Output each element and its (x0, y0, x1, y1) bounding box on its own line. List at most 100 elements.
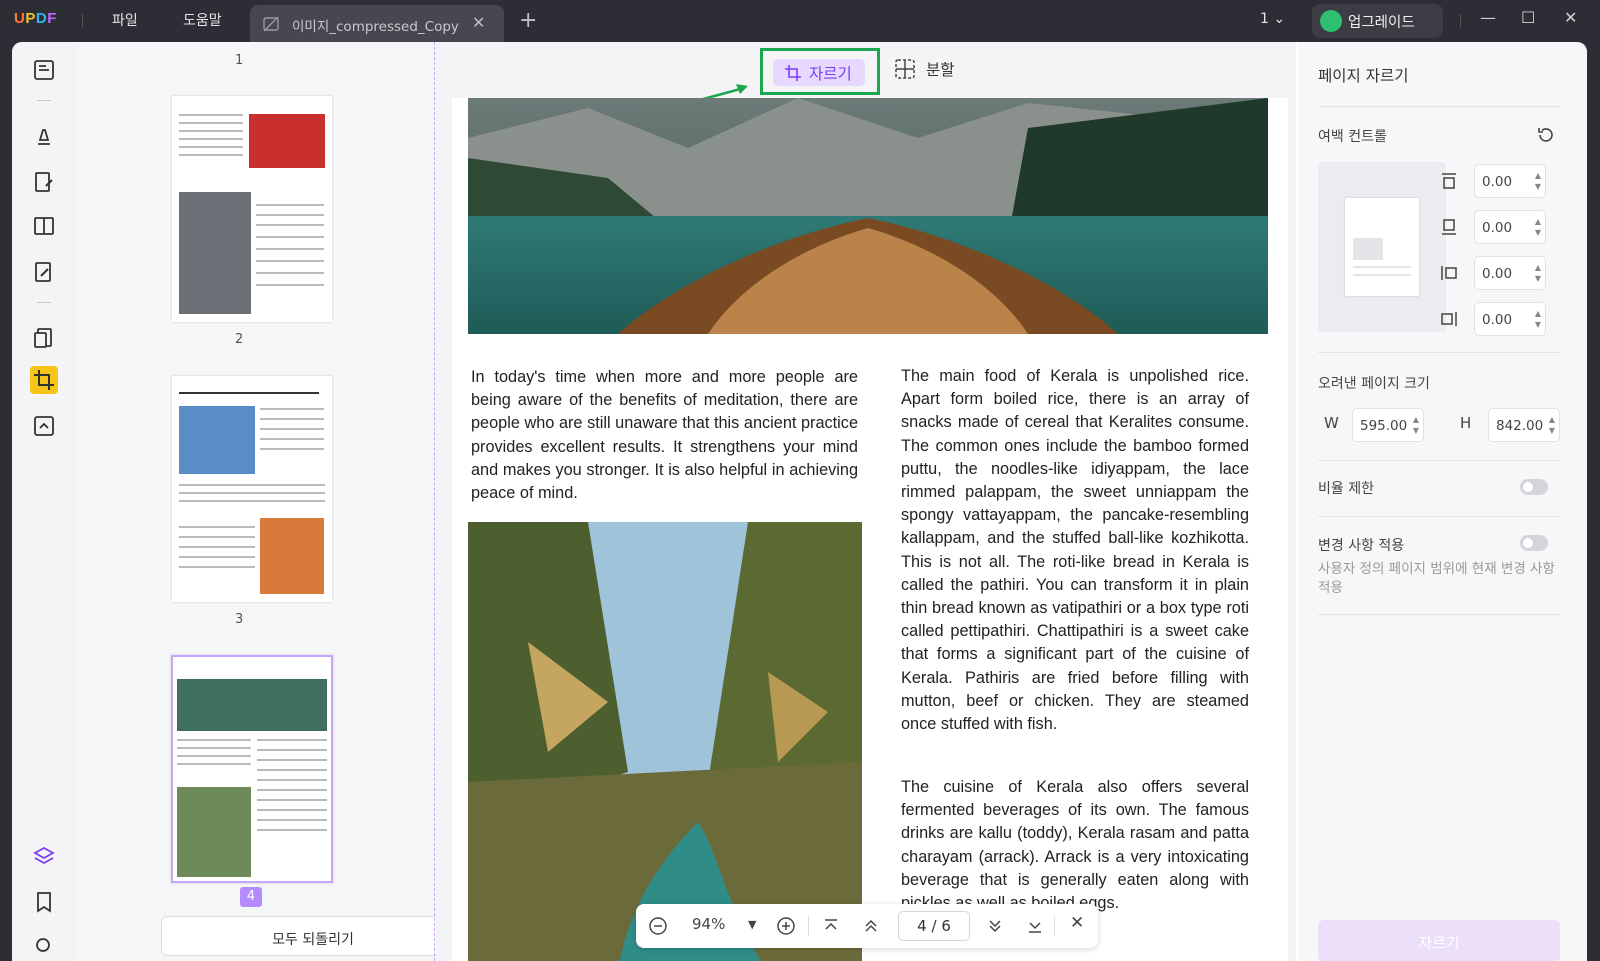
jungle-river-photo (468, 522, 862, 961)
thumbnail-image (249, 114, 325, 168)
document-tab[interactable]: 이미지_compressed_Copy ✕ (250, 5, 504, 42)
margin-bottom-input[interactable]: 0.00 ▲ ▼ (1474, 210, 1546, 244)
crop-tool-icon[interactable] (30, 366, 58, 394)
left-toolbar (12, 42, 76, 961)
sign-icon[interactable] (32, 260, 56, 284)
ratio-lock-label: 비율 제한 (1318, 481, 1374, 497)
zoom-bar: 94% ▼ 4 / 6 ✕ (636, 904, 1098, 948)
zoom-dropdown-icon[interactable]: ▼ (748, 918, 756, 931)
margin-bottom-icon (1442, 219, 1456, 235)
thumbnail-image (260, 518, 324, 594)
margin-right-value: 0.00 (1482, 312, 1513, 328)
stepper-arrows-icon[interactable]: ▲ ▼ (1549, 414, 1555, 436)
crop-settings-panel: 페이지 자르기 여백 컨트롤 0.00 ▲ ▼ 0.00 ▲ ▼ 0.00 ▲ ▼ 0.00… (1298, 42, 1587, 961)
maximize-icon[interactable]: ☐ (1521, 8, 1535, 27)
stepper-arrows-icon[interactable]: ▲ ▼ (1535, 262, 1541, 284)
document-page: In today's time when more and more peopl… (452, 98, 1288, 961)
margin-top-input[interactable]: 0.00 ▲ ▼ (1474, 164, 1546, 198)
thumbnail-page-3[interactable] (172, 376, 332, 602)
margin-left-icon (1441, 266, 1457, 280)
current-page: 4 (917, 917, 927, 935)
thumbnail-page-2[interactable] (172, 96, 332, 322)
upgrade-button[interactable]: 업그레이드 (1312, 4, 1443, 38)
width-value: 595.00 (1360, 418, 1408, 434)
stepper-arrows-icon[interactable]: ▲ ▼ (1535, 216, 1541, 238)
close-window-icon[interactable]: ✕ (1564, 8, 1577, 27)
apply-changes-description: 사용자 정의 페이지 범위에 현재 변경 사항 적용 (1318, 561, 1555, 596)
form-icon[interactable] (32, 214, 56, 238)
crop-icon (785, 65, 801, 81)
document-viewer: 자르기 분할 In today's time when more and mor… (436, 42, 1296, 961)
zoom-out-icon[interactable] (648, 916, 668, 936)
avatar (1320, 10, 1342, 32)
ratio-lock-toggle[interactable] (1520, 479, 1548, 495)
edit-text-icon[interactable] (32, 170, 56, 194)
search-icon[interactable] (32, 934, 56, 958)
page-separator: / (931, 917, 937, 935)
margin-left-value: 0.00 (1482, 266, 1513, 282)
cropped-size-label: 오려낸 페이지 크기 (1318, 376, 1430, 392)
thumbnail-page-4[interactable] (171, 655, 333, 883)
thumbnail-page-number: 1 (235, 53, 244, 68)
highlighter-icon[interactable] (32, 124, 56, 148)
divider (1318, 352, 1560, 353)
close-zoom-bar-icon[interactable]: ✕ (1070, 913, 1084, 933)
updf-logo: UPDF (14, 10, 57, 27)
height-input[interactable]: 842.00 ▲ ▼ (1488, 408, 1560, 442)
image-off-icon (263, 16, 279, 32)
convert-icon[interactable] (32, 414, 56, 438)
width-input[interactable]: 595.00 ▲ ▼ (1352, 408, 1424, 442)
divider (82, 14, 83, 28)
thumbnail-page-number-active: 4 (240, 887, 262, 907)
margin-bottom-value: 0.00 (1482, 220, 1513, 236)
new-tab-icon[interactable]: + (519, 8, 537, 33)
reset-icon[interactable] (1536, 125, 1556, 145)
thumbnail-image (179, 406, 255, 474)
thumbnail-page-number: 3 (235, 612, 244, 627)
reader-icon[interactable] (32, 58, 56, 82)
menu-help[interactable]: 도움말 (183, 10, 222, 30)
split-mode-button[interactable]: 분할 (894, 58, 955, 80)
stepper-arrows-icon[interactable]: ▲ ▼ (1413, 414, 1419, 436)
stepper-arrows-icon[interactable]: ▲ ▼ (1535, 308, 1541, 330)
divider (808, 916, 809, 936)
bookmark-icon[interactable] (32, 890, 56, 914)
apply-changes-label: 변경 사항 적용 (1318, 538, 1405, 554)
crop-button[interactable]: 자르기 (1318, 920, 1560, 961)
page-selector[interactable]: 1 ⌄ (1260, 11, 1285, 27)
width-label: W (1324, 414, 1339, 432)
divider (1460, 14, 1461, 28)
layers-icon[interactable] (32, 844, 56, 868)
left-paragraph: In today's time when more and more peopl… (471, 368, 858, 503)
thumbnail-image (177, 679, 327, 731)
split-icon (895, 59, 915, 79)
apply-changes-toggle[interactable] (1520, 535, 1548, 551)
stepper-arrows-icon[interactable]: ▲ ▼ (1535, 170, 1541, 192)
zoom-level[interactable]: 94% (692, 915, 725, 933)
margin-right-icon (1441, 312, 1457, 326)
title-bar: UPDF 파일 도움말 이미지_compressed_Copy ✕ + 1 ⌄ … (0, 0, 1600, 42)
margin-top-icon (1442, 173, 1456, 189)
margin-left-input[interactable]: 0.00 ▲ ▼ (1474, 256, 1546, 290)
zoom-in-icon[interactable] (776, 916, 796, 936)
divider (1054, 916, 1055, 936)
close-tab-icon[interactable]: ✕ (472, 13, 485, 32)
page-selector-value: 1 (1260, 11, 1269, 27)
last-page-icon[interactable] (1026, 917, 1044, 935)
crop-mode-highlight: 자르기 (760, 48, 880, 95)
menu-file[interactable]: 파일 (112, 10, 138, 30)
first-page-icon[interactable] (822, 917, 840, 935)
chevron-down-icon: ⌄ (1273, 11, 1286, 27)
divider (1318, 106, 1560, 107)
thumbnail-image (177, 787, 251, 877)
organize-pages-icon[interactable] (32, 326, 56, 350)
margin-right-input[interactable]: 0.00 ▲ ▼ (1474, 302, 1546, 336)
total-pages: 6 (941, 917, 951, 935)
minimize-icon[interactable]: — (1480, 8, 1496, 27)
upgrade-label: 업그레이드 (1348, 15, 1415, 31)
restore-all-button[interactable]: 모두 되돌리기 (161, 916, 465, 956)
next-page-icon[interactable] (986, 917, 1004, 935)
crop-mode-button[interactable]: 자르기 (773, 59, 865, 86)
page-number-input[interactable]: 4 / 6 (898, 911, 970, 941)
previous-page-icon[interactable] (862, 917, 880, 935)
